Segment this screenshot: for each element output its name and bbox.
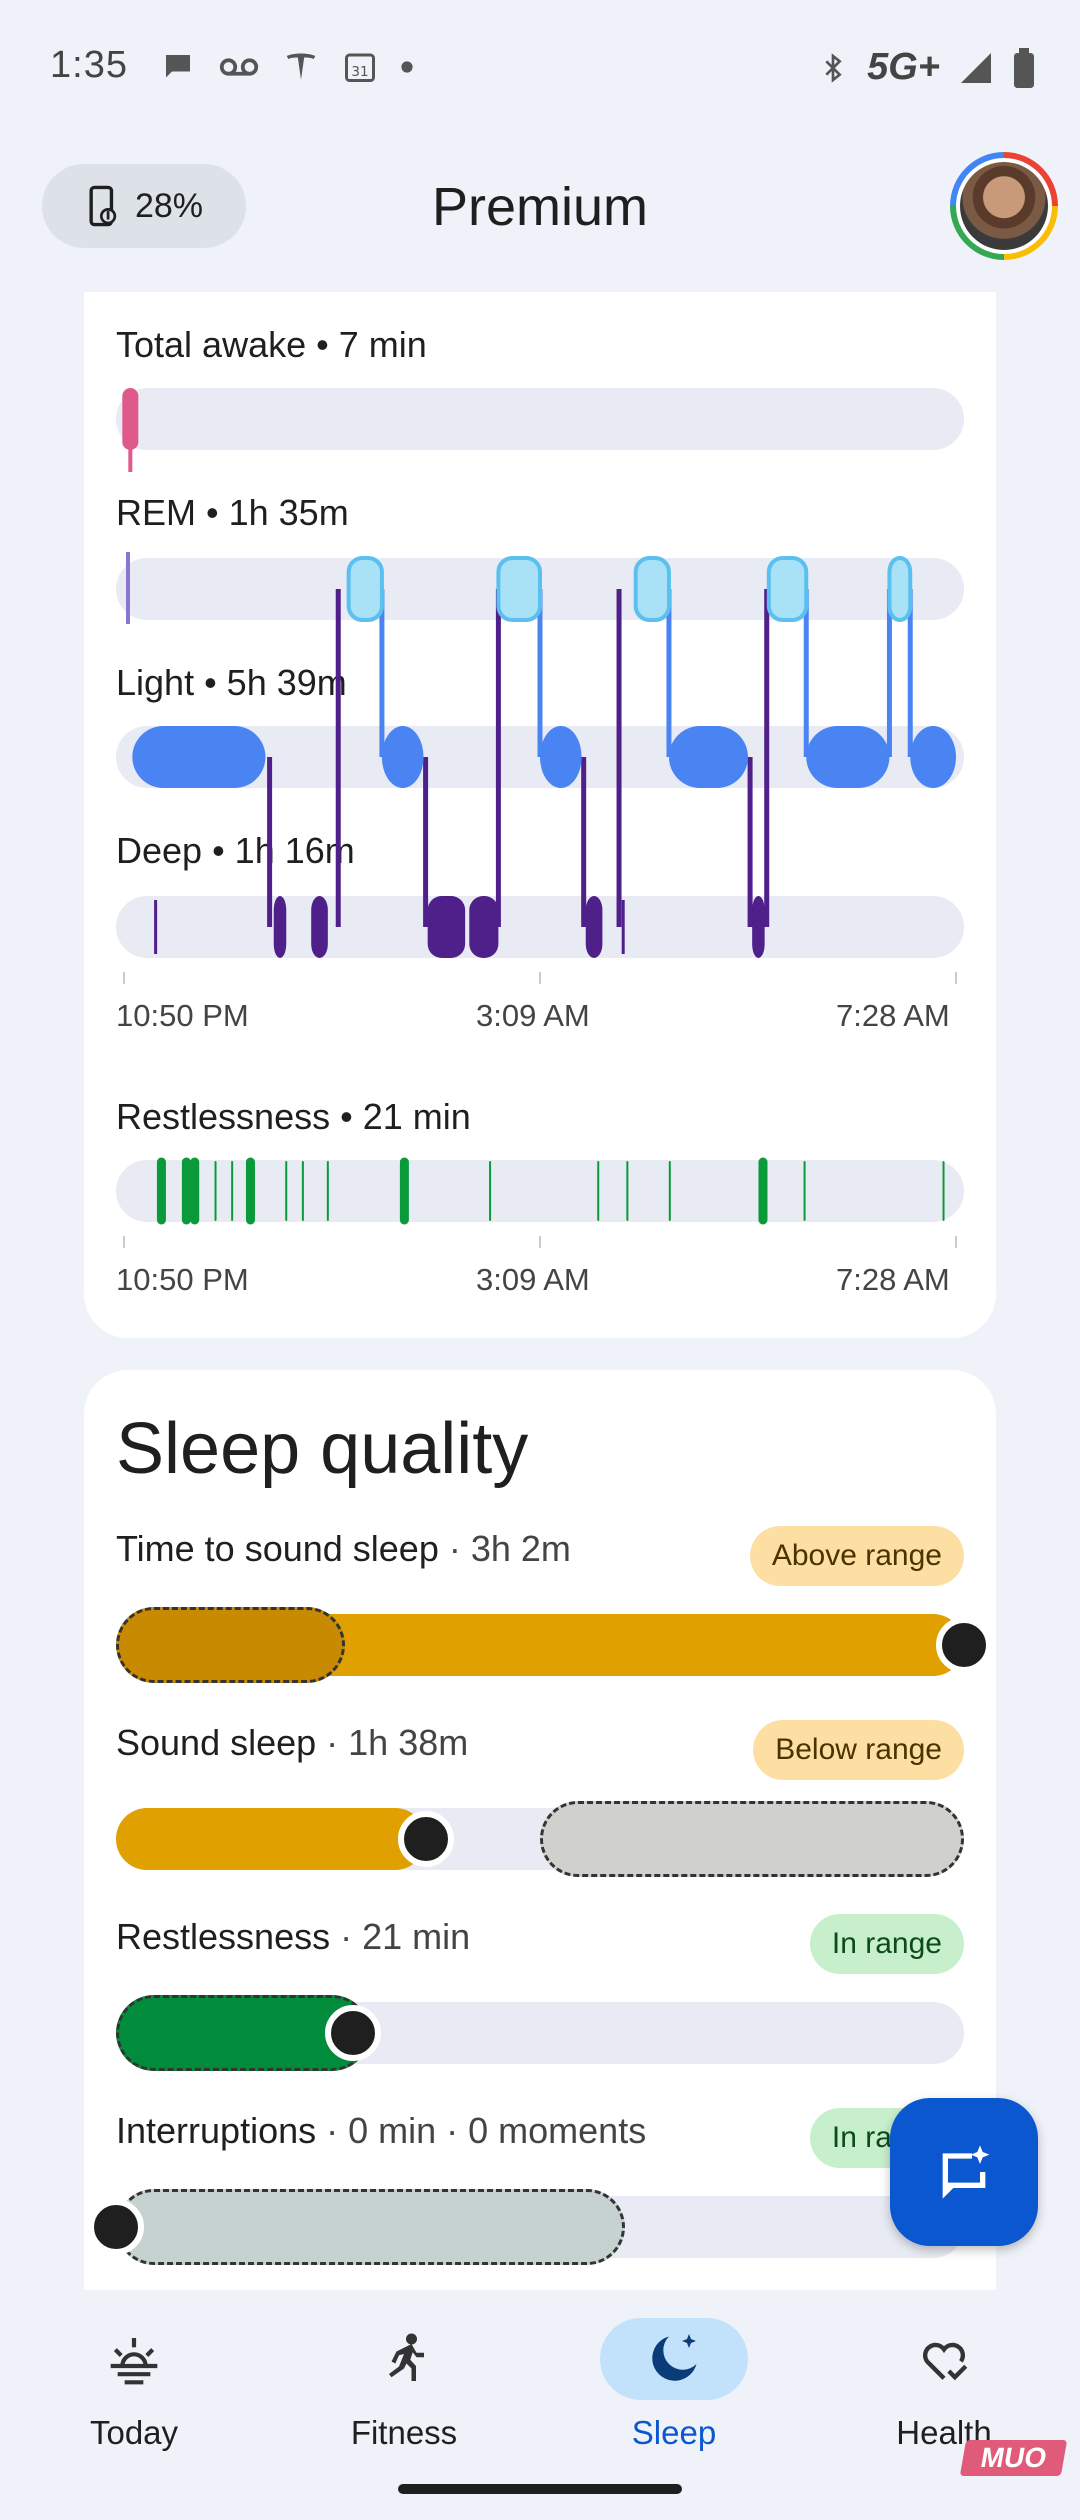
voicemail-icon — [219, 58, 259, 76]
metric-name: Restlessness — [116, 1916, 331, 1957]
sleep-stages-card: Total awake • 7 min REM • 1h 35m Light •… — [84, 292, 996, 1338]
status-icons-left: 31 — [160, 48, 414, 86]
dot-icon — [401, 61, 413, 73]
metric-value: · 1h 38m — [316, 1722, 469, 1763]
avatar[interactable] — [950, 152, 1058, 260]
target-range — [116, 1607, 345, 1683]
scroll-content[interactable]: Total awake • 7 min REM • 1h 35m Light •… — [40, 292, 1040, 2290]
calendar-31-icon: 31 — [345, 53, 375, 82]
target-range — [116, 2189, 625, 2265]
metric-marker — [88, 2199, 144, 2255]
range-badge: Above range — [749, 1526, 964, 1586]
nav-fitness-label: Fitness — [350, 2414, 458, 2451]
network-type: 5G+ — [867, 46, 940, 88]
sleep-quality-card: Sleep quality Time to sound sleep · 3h 2… — [84, 1370, 996, 2290]
metric-bar-track — [116, 1607, 992, 1683]
range-badge: Below range — [753, 1720, 964, 1780]
range-badge: In range — [809, 1914, 964, 1974]
running-icon — [389, 2333, 424, 2381]
chat-bubble-icon — [166, 55, 190, 78]
signal-icon — [961, 52, 991, 83]
avatar-photo — [960, 162, 1048, 250]
ai-chat-fab[interactable] — [890, 2098, 1038, 2246]
screen: 1:35 31 5G+ 28% Premium Total awake • 7 … — [0, 0, 1080, 2520]
moon-icon — [652, 2334, 697, 2381]
restless-axis-mid: 3:09 AM — [476, 1262, 590, 1297]
nav-sleep[interactable]: Sleep — [564, 2318, 784, 2478]
metric-value: · 21 min — [330, 1916, 471, 1957]
page-title: Premium — [431, 177, 649, 237]
metric-bar-track — [116, 1995, 964, 2071]
metric-name: Sound sleep — [116, 1722, 317, 1763]
metric-name: Time to sound sleep — [116, 1528, 439, 1569]
metric-name: Interruptions — [116, 2110, 317, 2151]
watermark-logo: MUO — [959, 2440, 1068, 2476]
restless-axis-start: 10:50 PM — [116, 1262, 249, 1297]
metric-label: Time to sound sleep · 3h 2m — [116, 1528, 571, 1570]
status-bar: 1:35 31 5G+ — [0, 0, 1080, 140]
metric-value: · 3h 2m — [438, 1528, 571, 1569]
metric-label: Interruptions · 0 min · 0 moments — [116, 2110, 646, 2152]
sleep-quality-title: Sleep quality — [116, 1409, 529, 1489]
status-time: 1:35 — [50, 44, 128, 86]
nav-today[interactable]: Today — [24, 2318, 244, 2478]
target-range — [540, 1801, 964, 1877]
metric-value: · 0 min · 0 moments — [316, 2110, 647, 2151]
metric-label: Sound sleep · 1h 38m — [116, 1722, 468, 1764]
bluetooth-icon — [825, 52, 842, 83]
metric-label: Restlessness · 21 min — [116, 1916, 470, 1958]
metric-marker — [325, 2005, 382, 2061]
restless-axis-end: 7:28 AM — [836, 1262, 950, 1297]
svg-text:31: 31 — [351, 64, 368, 80]
metric-marker — [936, 1617, 992, 1673]
restlessness-chart — [123, 1157, 957, 1248]
tesla-icon — [286, 53, 316, 80]
battery-icon — [1014, 47, 1034, 88]
sunrise-icon — [110, 2338, 158, 2385]
nav-sleep-label: Sleep — [631, 2414, 717, 2451]
metric-bar-fill — [116, 1808, 426, 1870]
metric-bar-track — [116, 1801, 964, 1877]
chat-sparkle-icon — [942, 2145, 990, 2199]
nav-today-label: Today — [89, 2414, 179, 2451]
status-icons-right: 5G+ — [817, 46, 1036, 89]
metric-bar-track — [88, 2189, 964, 2265]
nav-fitness[interactable]: Fitness — [294, 2318, 514, 2478]
home-indicator[interactable] — [398, 2484, 682, 2494]
heart-check-icon — [923, 2342, 968, 2381]
metric-marker — [397, 1811, 454, 1867]
